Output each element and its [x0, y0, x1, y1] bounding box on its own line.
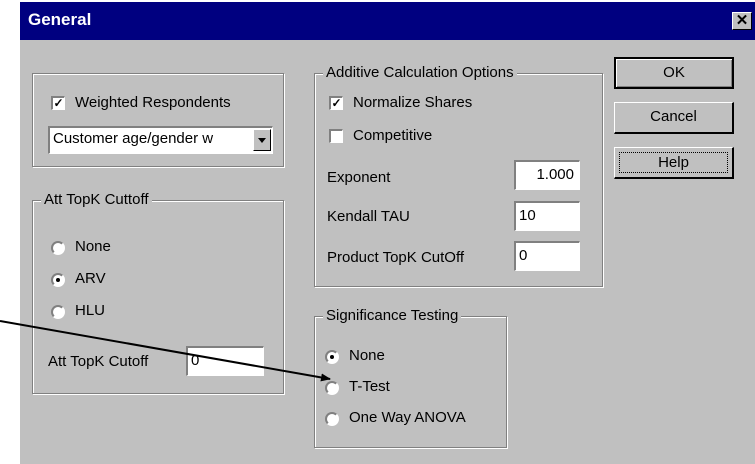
annotation-arrow — [0, 320, 331, 382]
